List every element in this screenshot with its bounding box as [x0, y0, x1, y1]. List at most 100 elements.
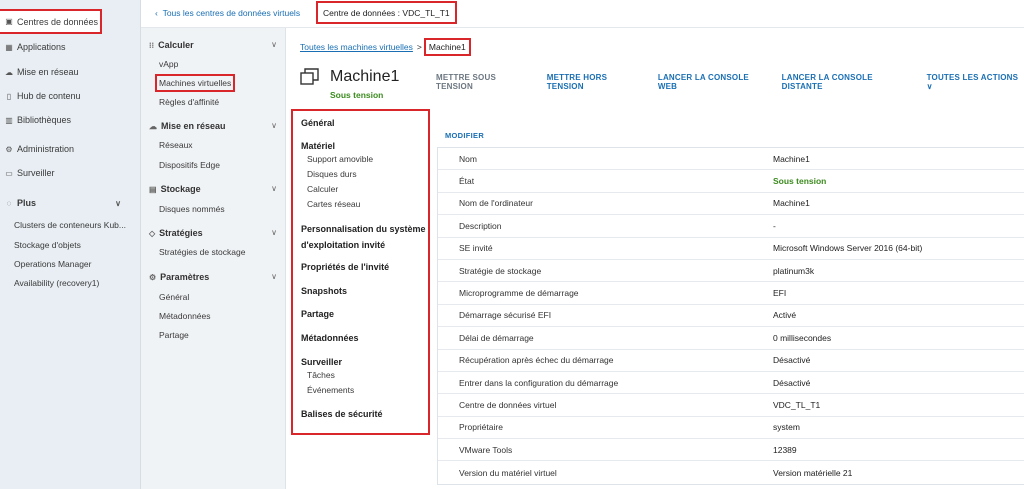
detail-key: Démarrage sécurisé EFI — [459, 310, 552, 321]
detail-value: EFI — [773, 288, 787, 299]
detail-key: SE invité — [459, 243, 493, 254]
breadcrumb-current: Machine1 — [423, 38, 471, 56]
content-hub-icon: ▯ — [6, 91, 12, 101]
detail-value: Désactivé — [773, 377, 811, 388]
sidebar-item-label: Bibliothèques — [17, 115, 72, 125]
apps-icon: ▦ — [5, 42, 13, 52]
menu-item-general[interactable]: Général — [159, 292, 189, 302]
shield-icon: ◇ — [149, 228, 156, 238]
power-off-button[interactable]: METTRE HORS TENSION — [547, 73, 644, 91]
group-storage[interactable]: ▤ Stockage — [149, 184, 201, 194]
sidebar-item-libraries[interactable]: ▥ Bibliothèques — [0, 110, 141, 130]
detail-row: Nom de l'ordinateur Machine1 — [438, 193, 1024, 216]
sidebar-item-content-hub[interactable]: ▯ Hub de contenu — [0, 86, 141, 106]
section-hardware[interactable]: Matériel — [301, 140, 335, 152]
section-compute[interactable]: Calculer — [307, 184, 338, 194]
launch-remote-console-button[interactable]: LANCER LA CONSOLE DISTANTE — [782, 73, 913, 91]
sidebar-item-label: Surveiller — [17, 168, 55, 178]
section-hard-disks[interactable]: Disques durs — [307, 169, 357, 179]
section-guest-os-customization[interactable]: Personnalisation du système d'exploitati… — [301, 223, 426, 251]
detail-key: État — [459, 176, 475, 187]
section-security-tags[interactable]: Balises de sécurité — [301, 408, 383, 420]
menu-item-virtual-machines[interactable]: Machines virtuelles — [154, 74, 236, 92]
detail-key: Description — [459, 220, 502, 231]
group-label: Calculer — [158, 40, 194, 50]
sidebar-item-label: Applications — [17, 42, 66, 52]
group-networking[interactable]: ☁ Mise en réseau — [149, 121, 226, 131]
chevron-down-icon[interactable]: ∨ — [271, 184, 277, 193]
vm-title: Machine1 — [330, 68, 400, 85]
sidebar-subitem[interactable]: Availability (recovery1) — [14, 278, 99, 288]
sidebar-item-administration[interactable]: ⚙ Administration — [0, 139, 141, 159]
detail-key: Récupération après échec du démarrage — [459, 355, 614, 366]
group-label: Paramètres — [160, 272, 210, 282]
sidebar-subitem[interactable]: Operations Manager — [14, 259, 92, 269]
detail-row: VMware Tools 12389 — [438, 439, 1024, 462]
section-tasks[interactable]: Tâches — [307, 370, 335, 380]
detail-key: VMware Tools — [459, 444, 513, 455]
gear-icon: ⚙ — [5, 144, 13, 154]
menu-item-vapp[interactable]: vApp — [159, 59, 178, 69]
sidebar-item-monitor[interactable]: ▭ Surveiller — [0, 163, 141, 183]
detail-key: Stratégie de stockage — [459, 265, 542, 276]
detail-key: Entrer dans la configuration du démarrag… — [459, 377, 619, 388]
section-nics[interactable]: Cartes réseau — [307, 199, 360, 209]
chevron-down-icon[interactable]: ∨ — [271, 40, 277, 49]
group-settings[interactable]: ⚙ Paramètres — [149, 272, 209, 282]
detail-row: Nom Machine1 — [438, 148, 1024, 171]
menu-item-storage-policies[interactable]: Stratégies de stockage — [159, 247, 245, 257]
detail-row: Version du matériel virtuel Version matér… — [438, 461, 1024, 483]
section-events[interactable]: Événements — [307, 385, 354, 395]
section-removable-media[interactable]: Support amovible — [307, 154, 373, 164]
network-icon: ☁ — [5, 67, 13, 77]
detail-row: Stratégie de stockage platinum3k — [438, 260, 1024, 283]
section-metadata[interactable]: Métadonnées — [301, 332, 359, 344]
detail-row: Description - — [438, 215, 1024, 238]
detail-value: 0 millisecondes — [773, 332, 832, 343]
all-actions-dropdown[interactable]: TOUTES LES ACTIONS ∨ — [927, 73, 1024, 91]
menu-item-sharing[interactable]: Partage — [159, 330, 189, 340]
chevron-down-icon[interactable]: ∨ — [271, 228, 277, 237]
section-sharing[interactable]: Partage — [301, 308, 334, 320]
back-link[interactable]: ‹ Tous les centres de données virtuels — [155, 8, 300, 18]
menu-item-networks[interactable]: Réseaux — [159, 140, 193, 150]
menu-item-affinity-rules[interactable]: Règles d'affinité — [159, 97, 219, 107]
edit-button[interactable]: MODIFIER — [445, 131, 484, 140]
sidebar-item-label: Plus — [17, 198, 37, 208]
library-icon: ▥ — [5, 115, 13, 125]
sidebar-item-label: Administration — [17, 144, 75, 154]
detail-row: Propriétaire system — [438, 417, 1024, 440]
chevron-down-icon[interactable]: ∨ — [271, 272, 277, 281]
breadcrumb-parent-link[interactable]: Toutes les machines virtuelles — [300, 42, 413, 52]
sidebar-item-label: Centres de données — [17, 16, 99, 27]
detail-value: platinum3k — [773, 265, 815, 276]
section-monitor[interactable]: Surveiller — [301, 356, 342, 368]
sidebar-item-datacenters[interactable]: ▣ Centres de données — [0, 9, 102, 34]
menu-item-named-disks[interactable]: Disques nommés — [159, 204, 225, 214]
sidebar-subitem[interactable]: Clusters de conteneurs Kub... — [14, 220, 126, 230]
sidebar-subitem[interactable]: Stockage d'objets — [14, 240, 81, 250]
detail-row: Entrer dans la configuration du démarrag… — [438, 372, 1024, 395]
power-on-button[interactable]: METTRE SOUS TENSION — [436, 73, 533, 91]
sidebar-item-networking[interactable]: ☁ Mise en réseau — [0, 62, 141, 82]
group-policies[interactable]: ◇ Stratégies — [149, 228, 203, 238]
launch-web-console-button[interactable]: LANCER LA CONSOLE WEB — [658, 73, 768, 91]
datacenter-label: Centre de données : — [323, 7, 401, 18]
section-snapshots[interactable]: Snapshots — [301, 285, 347, 297]
datacenter-icon: ▣ — [5, 17, 13, 26]
compute-icon: ⁝⁝ — [149, 40, 155, 50]
vm-action-bar: METTRE SOUS TENSION METTRE HORS TENSION … — [436, 73, 1024, 91]
storage-icon: ▤ — [149, 184, 157, 194]
section-general[interactable]: Général — [301, 117, 335, 129]
section-guest-properties[interactable]: Propriétés de l'invité — [301, 261, 389, 273]
detail-key: Délai de démarrage — [459, 332, 534, 343]
chevron-down-icon[interactable]: ∨ — [271, 121, 277, 130]
group-compute[interactable]: ⁝⁝ Calculer — [149, 40, 194, 50]
detail-row: Délai de démarrage 0 millisecondes — [438, 327, 1024, 350]
sidebar-item-more[interactable]: ◌ Plus ∨ — [0, 193, 141, 213]
sidebar-item-applications[interactable]: ▦ Applications — [0, 37, 141, 57]
menu-item-edge-gateways[interactable]: Dispositifs Edge — [159, 160, 220, 170]
menu-item-metadata[interactable]: Métadonnées — [159, 311, 211, 321]
detail-row: Centre de données virtuel VDC_TL_T1 — [438, 394, 1024, 417]
detail-value: - — [773, 220, 776, 231]
